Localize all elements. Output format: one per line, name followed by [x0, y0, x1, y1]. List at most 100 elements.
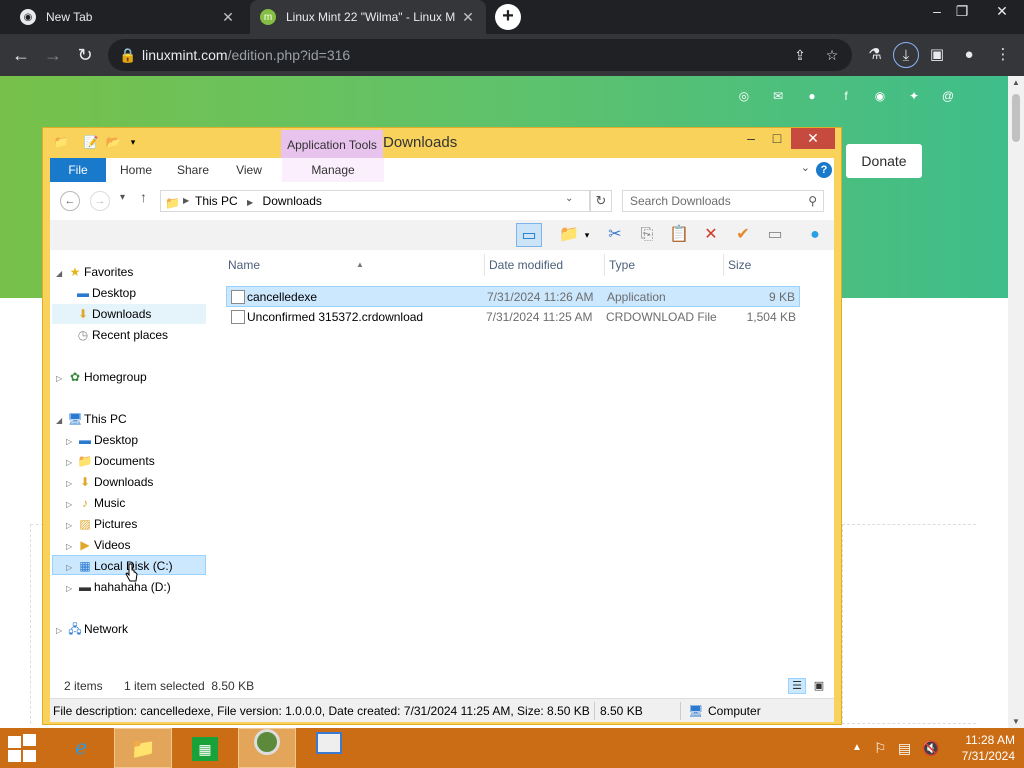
address-dropdown-icon[interactable]: ⌄	[565, 193, 573, 204]
start-windows-icon[interactable]	[8, 734, 38, 762]
lock-icon[interactable]: 🔒	[116, 39, 140, 71]
refresh-icon[interactable]: ↻	[590, 190, 612, 212]
expand-arrow-icon[interactable]: ◢	[56, 264, 66, 284]
close-button[interactable]: ✕	[985, 0, 1019, 22]
nav-pc-desktop[interactable]: ▷ ▬ Desktop	[66, 430, 138, 450]
expand-ribbon-icon[interactable]: ⌄	[801, 161, 810, 174]
new-folder-icon[interactable]: 📂	[105, 134, 121, 150]
column-header-date-modified[interactable]: Date modified	[489, 254, 603, 276]
file-row-cancelledexe[interactable]: cancelledexe 7/31/2024 11:26 AM Applicat…	[226, 286, 800, 307]
cut-scissors-icon[interactable]: ✂	[602, 223, 628, 247]
preview-pane-icon[interactable]: ▭	[516, 223, 542, 247]
nav-homegroup[interactable]: ▷ ✿ Homegroup	[56, 367, 147, 387]
explorer-minimize-button[interactable]: –	[737, 128, 765, 149]
menu-kebab-icon[interactable]: ⋮	[990, 42, 1016, 68]
bookmark-star-icon[interactable]: ☆	[820, 39, 844, 71]
tab-home[interactable]: Home	[110, 158, 162, 182]
expand-arrow-icon[interactable]: ▷	[66, 537, 76, 557]
nav-favorites[interactable]: ◢ ★ Favorites	[56, 262, 133, 282]
expand-arrow-icon[interactable]: ▷	[66, 495, 76, 515]
restore-button[interactable]: ❐	[945, 0, 979, 22]
store-icon[interactable]: ▦	[176, 728, 234, 768]
column-header-name[interactable]: Name ▲	[228, 254, 484, 276]
properties-check-icon[interactable]: 📁	[556, 223, 582, 247]
nav-this-pc[interactable]: ◢ 🖥This PC	[56, 409, 127, 429]
tab-close-icon[interactable]: ✕	[460, 9, 476, 26]
address-bar[interactable]: 📁 ▶ This PC ▶ Downloads	[160, 190, 590, 212]
nav-pc-music[interactable]: ▷ ♪ Music	[66, 493, 125, 513]
page-scrollbar[interactable]: ▲ ▼	[1008, 76, 1024, 728]
side-panel-icon[interactable]: ▣	[924, 42, 950, 68]
nav-favorites-desktop[interactable]: ▬ Desktop	[74, 283, 136, 303]
action-center-flag-icon[interactable]: ⚐	[874, 728, 887, 768]
address-bar[interactable]: 🔒 linuxmint.com/edition.php?id=316 ⇪ ☆	[108, 39, 852, 71]
nav-pc-downloads[interactable]: ▷ ⬇ Downloads	[66, 472, 153, 492]
breadcrumb-this-pc[interactable]: This PC	[195, 194, 238, 208]
large-icons-view-icon[interactable]: ▣	[810, 678, 828, 694]
chrome-taskbar-icon[interactable]	[238, 728, 296, 768]
explorer-maximize-button[interactable]: □	[763, 128, 791, 149]
help-icon[interactable]: ?	[816, 162, 832, 178]
expand-arrow-icon[interactable]: ▷	[66, 453, 76, 473]
column-divider[interactable]	[723, 254, 724, 276]
expand-arrow-icon[interactable]: ▷	[66, 579, 76, 599]
tab-manage[interactable]: Manage	[282, 158, 384, 182]
network-tray-icon[interactable]: ▤	[898, 728, 911, 768]
tab-linux-mint[interactable]: m Linux Mint 22 "Wilma" - Linux M ✕	[250, 0, 486, 34]
qat-dropdown-icon[interactable]: ▾	[125, 134, 141, 150]
file-row-crdownload[interactable]: Unconfirmed 315372.crdownload 7/31/2024 …	[227, 307, 801, 328]
expand-arrow-icon[interactable]: ◢	[56, 411, 66, 431]
labs-flask-icon[interactable]: ⚗	[862, 42, 888, 68]
scroll-thumb[interactable]	[1012, 94, 1020, 142]
donate-button[interactable]: Donate	[846, 144, 922, 178]
rss-icon[interactable]: ◎	[734, 86, 754, 106]
facebook-icon[interactable]: f	[836, 86, 856, 106]
email-icon[interactable]: ✉	[768, 86, 788, 106]
volume-muted-icon[interactable]: 🔇	[922, 728, 939, 768]
search-icon[interactable]: ⚲	[808, 191, 817, 211]
column-divider[interactable]	[484, 254, 485, 276]
forward-icon[interactable]: →	[90, 191, 110, 211]
chevron-right-icon[interactable]: ▶	[247, 198, 253, 207]
copy-icon[interactable]: ⎘	[634, 223, 660, 247]
expand-arrow-icon[interactable]: ▷	[66, 516, 76, 536]
column-header-type[interactable]: Type	[609, 254, 719, 276]
delete-icon[interactable]: ✕	[698, 223, 724, 247]
download-icon[interactable]: ⤓	[893, 42, 919, 68]
chevron-right-icon[interactable]: ▶	[183, 191, 189, 211]
explorer-titlebar[interactable]: 📁 📝 📂 ▾ Application Tools Downloads – □ …	[43, 128, 841, 158]
tray-overflow-icon[interactable]: ▲	[852, 728, 862, 768]
tab-close-icon[interactable]: ✕	[220, 9, 236, 26]
properties-dropdown-icon[interactable]: ▾	[580, 223, 594, 247]
profile-avatar-icon[interactable]: ●	[956, 42, 982, 68]
column-divider[interactable]	[604, 254, 605, 276]
system-clock[interactable]: 11:28 AM 7/31/2024	[945, 732, 1015, 764]
chat-icon[interactable]: ●	[802, 86, 822, 106]
column-header-size[interactable]: Size	[728, 254, 798, 276]
scroll-down-icon[interactable]: ▼	[1008, 717, 1024, 726]
breadcrumb-downloads[interactable]: Downloads	[263, 194, 322, 208]
twitter-icon[interactable]: ✦	[904, 86, 924, 106]
tab-file[interactable]: File	[50, 158, 106, 182]
tab-new-tab[interactable]: ◉ New Tab ✕	[10, 0, 246, 34]
new-tab-button[interactable]: +	[495, 4, 521, 30]
details-view-icon[interactable]: ☰	[788, 678, 806, 694]
github-icon[interactable]: ◉	[870, 86, 890, 106]
file-explorer-taskbar-icon[interactable]: 📁	[114, 728, 172, 768]
back-arrow-icon[interactable]: ←	[8, 42, 34, 68]
search-input[interactable]: Search Downloads ⚲	[622, 190, 824, 212]
explorer-close-button[interactable]: ✕	[791, 128, 835, 149]
up-arrow-icon[interactable]: ↑	[140, 189, 147, 205]
tab-view[interactable]: View	[224, 158, 274, 182]
nav-pc-videos[interactable]: ▷ ▶ Videos	[66, 535, 130, 555]
nav-recent-places[interactable]: ◷ Recent places	[74, 325, 168, 345]
check-icon[interactable]: ✔	[730, 223, 756, 247]
properties-icon[interactable]: 📝	[83, 134, 99, 150]
mastodon-icon[interactable]: @	[938, 86, 958, 106]
share-icon[interactable]: ⇪	[788, 39, 812, 71]
expand-arrow-icon[interactable]: ▷	[56, 621, 66, 641]
paste-clipboard-icon[interactable]: 📋	[666, 223, 692, 247]
nav-network[interactable]: ▷ 🖧 Network	[56, 619, 128, 639]
expand-arrow-icon[interactable]: ▷	[56, 369, 66, 389]
expand-arrow-icon[interactable]: ▷	[66, 474, 76, 494]
